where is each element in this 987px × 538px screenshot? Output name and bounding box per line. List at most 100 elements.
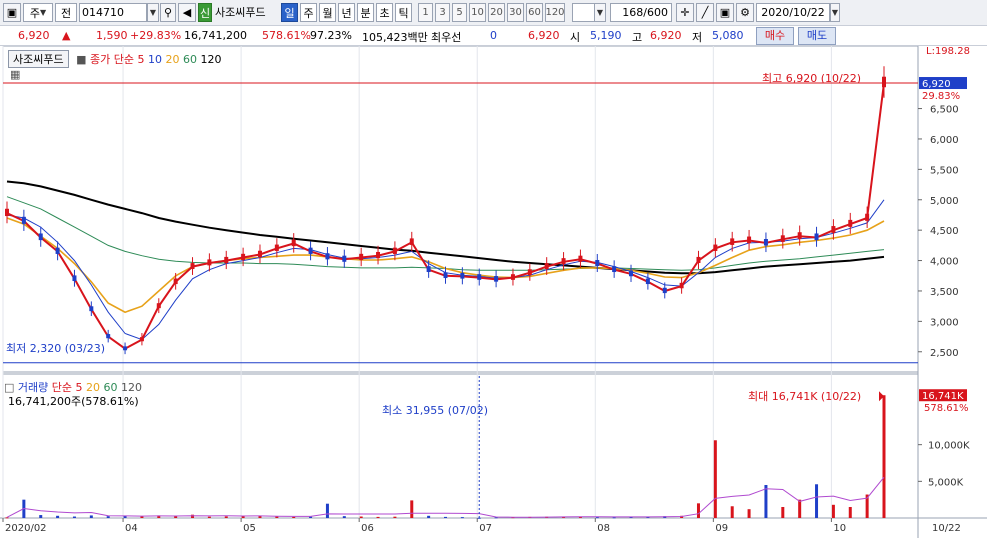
stock-chart-svg[interactable]: 2,500 3,000 3,500 4,000 4,500 5,000 5,500 6,000… [0,45,987,538]
speaker-icon: ◀ [182,6,192,19]
stock-code-input[interactable]: 014710 [79,3,147,22]
sell-button[interactable]: 매도 [798,27,836,45]
code-dropdown-button[interactable]: ▼ [147,3,159,22]
price-change-rate: +29.83% [130,29,182,42]
draw-line-button[interactable]: ╱ [696,3,714,22]
interval-tab[interactable]: 5 [452,3,467,22]
volume-current-pct: 578.61% [924,403,969,414]
candle-body [72,275,77,282]
interval-tab[interactable]: 60 [526,3,543,22]
candle-body [595,259,600,267]
crosshair-button[interactable]: ✛ [676,3,694,22]
volume-bar [882,395,886,518]
candle-body [814,233,819,241]
period-tab[interactable]: 월 [319,3,336,22]
x-tick-label: 05 [243,523,256,534]
candle-body [865,213,870,221]
up-arrow-icon: ▲ [62,29,71,42]
candle-body [443,272,448,279]
min-volume-annotation: 최소 31,955 (07/02) [382,404,489,417]
candle-body [173,278,178,285]
volume-bar [612,517,616,519]
volume-bar [427,515,431,518]
volume-bar [747,509,751,518]
calendar-button[interactable]: ▼ [830,3,840,22]
search-icon: ⚲ [163,6,173,19]
kind-select[interactable]: 전 [55,3,77,22]
price-y-tick-label: 3,000 [930,317,959,328]
interval-tab[interactable]: 10 [469,3,486,22]
date-input[interactable]: 2020/10/22 [756,3,830,22]
volume-bar [831,504,835,518]
candle-body [123,346,128,351]
settings-button[interactable]: ⚙ [736,3,754,22]
chevron-down-icon: ▼ [596,8,604,17]
period-tab[interactable]: 분 [357,3,374,22]
candle-body [156,303,161,309]
x-tick-label: 04 [125,523,138,534]
candle-body [89,306,94,312]
candle-body [679,282,684,289]
period-tab[interactable]: 초 [376,3,393,22]
candle-body [645,278,650,285]
save-icon: ▣ [719,6,731,19]
gear-icon: ⚙ [740,6,750,19]
candle-body [763,239,768,246]
price-y-tick-label: 4,000 [930,257,959,268]
interval-tab[interactable]: 120 [545,3,565,22]
high-label: 고 [632,31,643,44]
interval-tab[interactable]: 3 [435,3,450,22]
chevron-down-icon: ▼ [149,8,157,17]
price-panel-title: 사조씨푸드 [8,50,69,68]
save-button[interactable]: ▣ [716,3,734,22]
quote-bar: 6,920 ▲ 1,590 +29.83% 16,741,200 578.61%… [0,26,987,46]
range-count[interactable]: 168/600 [610,3,672,22]
market-select[interactable]: 주 ▼ [23,3,53,22]
x-tick-label: 08 [597,523,610,534]
volume-bar [713,440,717,518]
period-tab[interactable]: 일 [281,3,298,22]
period-tab[interactable]: 주 [300,3,317,22]
candle-body [207,259,212,266]
search-button[interactable]: ⚲ [160,3,176,22]
candle-body [106,334,111,339]
candle-body [797,232,802,239]
volume-ratio: 97.23% [310,29,352,42]
volume-bar [444,516,447,518]
kind-select-value: 전 [60,6,72,20]
interval-tab[interactable]: 30 [507,3,524,22]
volume-current-tag-text: 16,741K [922,391,964,402]
volume-y-tick-label: 5,000K [928,477,964,488]
candle-body [460,272,465,279]
sound-button[interactable]: ◀ [178,3,196,22]
price-ma-20: 20 [165,53,180,66]
candle-body [831,226,836,233]
candle-body [308,247,313,254]
period-tab[interactable]: 틱 [395,3,412,22]
volume-bar [292,516,296,518]
high-price: 6,920 [650,29,682,42]
candle-body [426,266,431,273]
candle-body [696,256,701,263]
candle-body [510,274,515,280]
candle-body [612,266,617,273]
candle-body [578,255,583,262]
volume-bar [798,499,802,518]
x-tick-label: 2020/02 [5,523,47,534]
candle-body [291,239,296,247]
interval-tab[interactable]: 20 [488,3,505,22]
buy-button[interactable]: 매수 [756,27,794,45]
interval-tab[interactable]: 1 [418,3,433,22]
interval-dropdown-button[interactable]: ▼ [594,3,606,22]
volume-bar [207,516,211,518]
chart-area[interactable]: 2,500 3,000 3,500 4,000 4,500 5,000 5,500 6,000… [0,45,987,538]
candle-body [359,253,364,260]
period-tab[interactable]: 년 [338,3,355,22]
candle-body [376,251,381,259]
chart-menu-icon[interactable]: ▣ [3,3,21,22]
price-legend: 사조씨푸드 ■ 종가 단순 5 10 20 60 120 [8,50,222,68]
price-ma-120: 120 [200,53,222,66]
candle-body [392,247,397,254]
volume-bar [696,503,700,518]
grid-icon[interactable]: ▦ [10,68,20,81]
